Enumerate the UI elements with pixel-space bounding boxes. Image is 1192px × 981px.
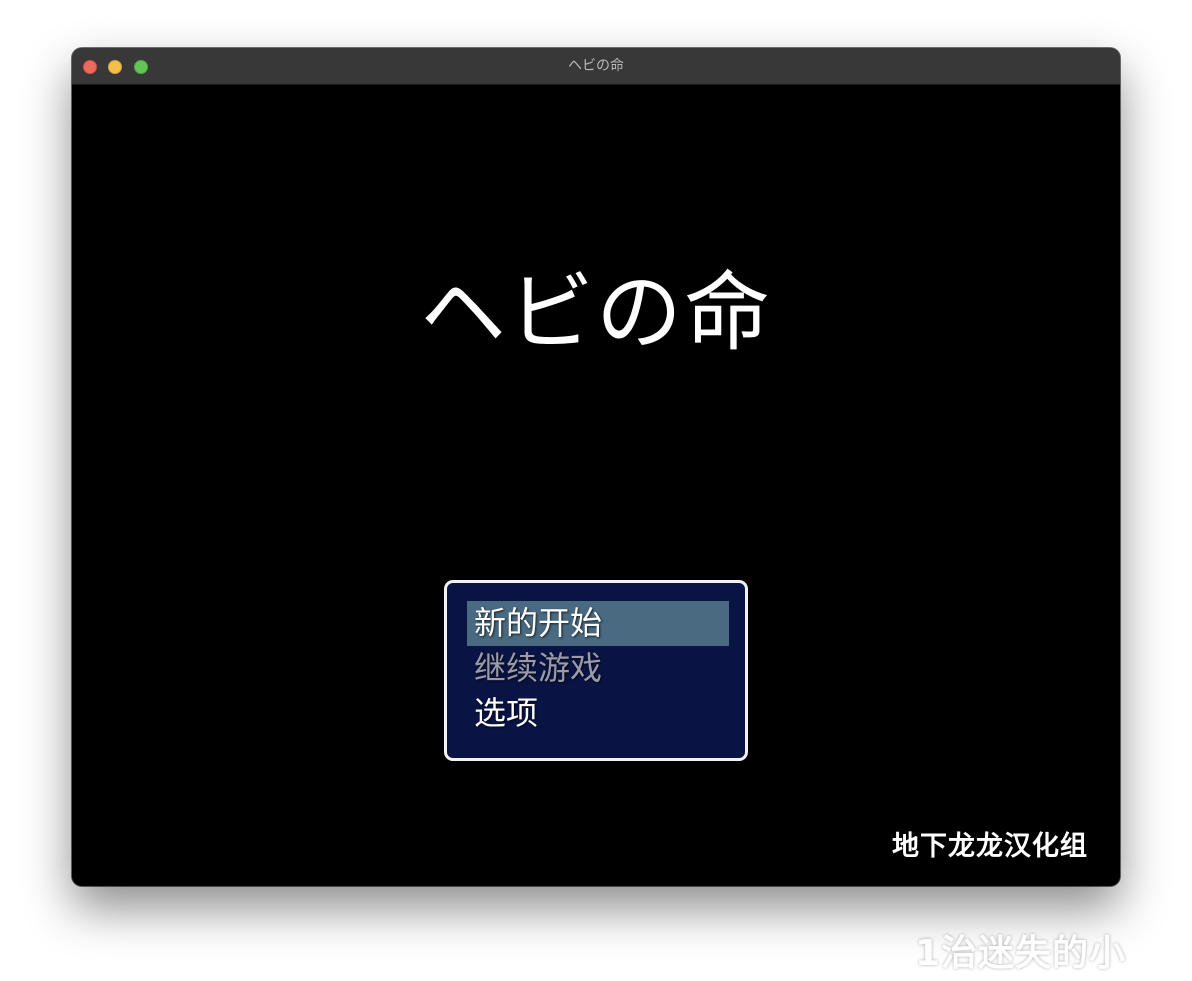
menu-item-new-game[interactable]: 新的开始 <box>467 601 729 646</box>
menu-item-options[interactable]: 选项 <box>467 691 729 736</box>
game-window: ヘビの命 ヘビの命 新的开始 继续游戏 选项 地下龙龙汉化组 <box>72 48 1120 886</box>
translation-credit: 地下龙龙汉化组 <box>892 831 1088 862</box>
window-titlebar[interactable]: ヘビの命 <box>72 48 1120 85</box>
game-title: ヘビの命 <box>420 263 772 363</box>
title-menu: 新的开始 继续游戏 选项 <box>444 580 748 761</box>
watermark-text: 1治迷失的小 <box>915 933 1127 974</box>
window-title: ヘビの命 <box>568 58 624 74</box>
game-screen[interactable]: ヘビの命 新的开始 继续游戏 选项 地下龙龙汉化组 <box>72 85 1120 886</box>
menu-item-continue: 继续游戏 <box>474 649 603 687</box>
